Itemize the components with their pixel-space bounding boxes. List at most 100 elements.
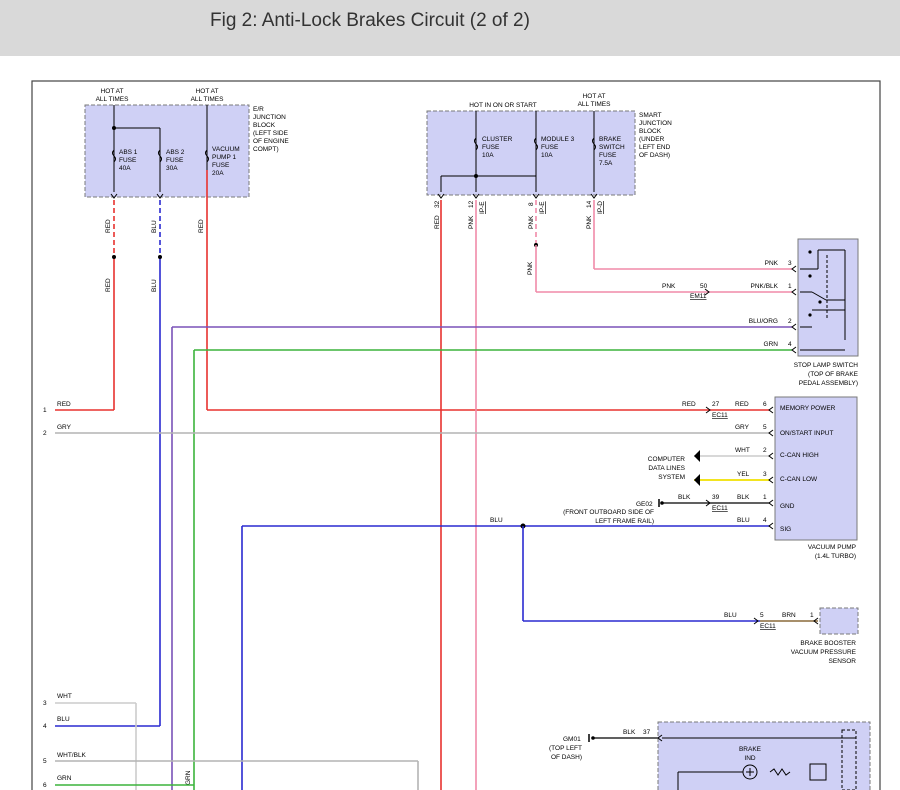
stop-name-2: (TOP OF BRAKE [808,371,859,378]
er-hot-a-2: ALL TIMES [96,96,130,103]
sjb-pin4-wire: PNK [586,215,593,229]
wire-red-1: RED [105,219,112,233]
vp-wire-blu-b: BLU [737,517,750,524]
sensor-name-3: SENSOR [829,658,857,665]
vp-term-gnd: GND [780,503,795,510]
sjb-fuse1-1: CLUSTER [482,136,513,143]
vacuum-pump-box [774,396,858,541]
sensor-wire-brn: BRN [782,612,796,619]
vp-pin-3: 3 [763,471,767,478]
vp-term-canh: C-CAN HIGH [780,452,819,459]
ref-6: 6 [43,782,47,789]
vp-pin-5: 5 [763,424,767,431]
cluster-box [657,721,871,790]
sensor-wire-blu: BLU [724,612,737,619]
wire-pnk-inline: PNK [662,283,676,290]
wiring-diagram: HOT AT ALL TIMES HOT AT ALL TIMES E/R JU… [31,80,881,790]
gm01-desc-1: (TOP LEFT [549,745,582,752]
sensor-pin: 1 [810,612,814,619]
vp-term-memory: MEMORY POWER [780,405,836,412]
gm01-desc-2: OF DASH) [551,754,582,761]
ref-4: 4 [43,723,47,730]
er-fuse3-2: PUMP 1 [212,154,236,161]
stop-lamp-box [797,238,859,357]
ref-2-wire: GRY [57,424,72,431]
er-hot-a-1: HOT AT [101,88,124,95]
wire-blu-org: BLU/ORG [749,318,778,325]
ground-gm01: GM01 (TOP LEFT OF DASH) BLK 37 [549,729,651,761]
vp-wire-wht: WHT [735,447,750,454]
sjb-fuse1-2: FUSE [482,144,500,151]
sjb-fuse2-2: FUSE [541,144,559,151]
cluster-label-1: BRAKE [739,746,762,753]
sjb-name-3: BLOCK [639,128,662,135]
computer-data-lines: COMPUTER DATA LINES SYSTEM [648,450,700,486]
wire-red-3: RED [198,219,205,233]
er-fuse3-3: FUSE [212,162,230,169]
sjb-fuse1-3: 10A [482,152,494,159]
sjb-hot-run: HOT IN ON OR START [469,102,537,109]
ground-ge02: GE02 (FRONT OUTBOARD SIDE OF LEFT FRAME … [563,499,664,525]
ge02-id: GE02 [636,501,653,508]
sjb-name-5: LEFT END [639,144,671,151]
ref-2: 2 [43,430,47,437]
sjb-pin3-conn: IP-E [539,201,546,214]
wire-pnk-splice: PNK [527,261,534,275]
vp-term-sig: SIG [780,526,791,533]
er-name-4: (LEFT SIDE [253,130,289,137]
stop-pin-1: 1 [788,283,792,290]
sjb-pin2-wire: PNK [468,215,475,229]
vp-wire-gry: GRY [735,424,750,431]
sjb-name-1: SMART [639,112,662,119]
er-fuse1-3: 40A [119,165,131,172]
sjb-hot-all-1: HOT AT [583,93,606,100]
ref-3-wire: WHT [57,693,72,700]
vp-pin-4: 4 [763,517,767,524]
er-hot-b-1: HOT AT [196,88,219,95]
vp-conn-a: EC11 [712,412,728,419]
instrument-cluster: BRAKE IND [657,721,871,790]
sjb-pin3-wire: PNK [528,215,535,229]
er-fuse2-2: FUSE [166,157,184,164]
sjb-fuse3-2: SWITCH [599,144,625,151]
vp-wire-yel: YEL [737,471,750,478]
sjb-name-6: OF DASH) [639,152,670,159]
sjb-fuse2-3: 10A [541,152,553,159]
stop-lamp-switch: PNK 3 PNK 50 EM11 PNK/BLK 1 BLU/ORG 2 GR… [662,238,859,387]
er-hot-b-2: ALL TIMES [191,96,225,103]
stop-name-1: STOP LAMP SWITCH [794,362,859,369]
vp-pin-6: 6 [763,401,767,408]
er-fuse1-2: FUSE [119,157,137,164]
wires: RED RED BLU BLU RED PNK GRN [55,170,818,790]
cdl-3: SYSTEM [658,474,685,481]
wire-pnk-blk: PNK/BLK [751,283,779,290]
vp-pin-2: 2 [763,447,767,454]
gm01-wire: BLK [623,729,636,736]
stop-inline-pin: 50 [700,283,708,290]
ge02-desc-1: (FRONT OUTBOARD SIDE OF [563,509,654,516]
ref-1-wire: RED [57,401,71,408]
cluster-label-2: IND [744,755,756,762]
ge02-desc-2: LEFT FRAME RAIL) [595,518,654,525]
vp-term-on: ON/START INPUT [780,430,833,437]
vp-name-2: (1.4L TURBO) [815,553,856,560]
sjb-pin3-num: 8 [528,202,535,206]
ref-5-wire: WHT/BLK [57,752,87,759]
vp-wire-red-a: RED [682,401,696,408]
vp-pin-1: 1 [763,494,767,501]
sjb-fuse3-4: 7.5A [599,160,613,167]
er-fuse1-1: ABS 1 [119,149,138,156]
ref-4-wire: BLU [57,716,70,723]
er-name-6: COMPT) [253,146,279,153]
stop-pin-3: 3 [788,260,792,267]
er-name-2: JUNCTION [253,114,286,121]
stop-name-3: PEDAL ASSEMBLY) [799,380,858,387]
er-fuse2-3: 30A [166,165,178,172]
sjb-pin1-num: 32 [434,200,441,208]
stop-pin-2: 2 [788,318,792,325]
er-name-5: OF ENGINE [253,138,289,145]
vp-inline-27: 27 [712,401,720,408]
er-name-1: E/R [253,106,264,113]
gm01-pin: 37 [643,729,651,736]
left-reference-labels: 1 RED 2 GRY 3 WHT 4 BLU 5 WHT/BLK 6 GRN [43,401,87,789]
